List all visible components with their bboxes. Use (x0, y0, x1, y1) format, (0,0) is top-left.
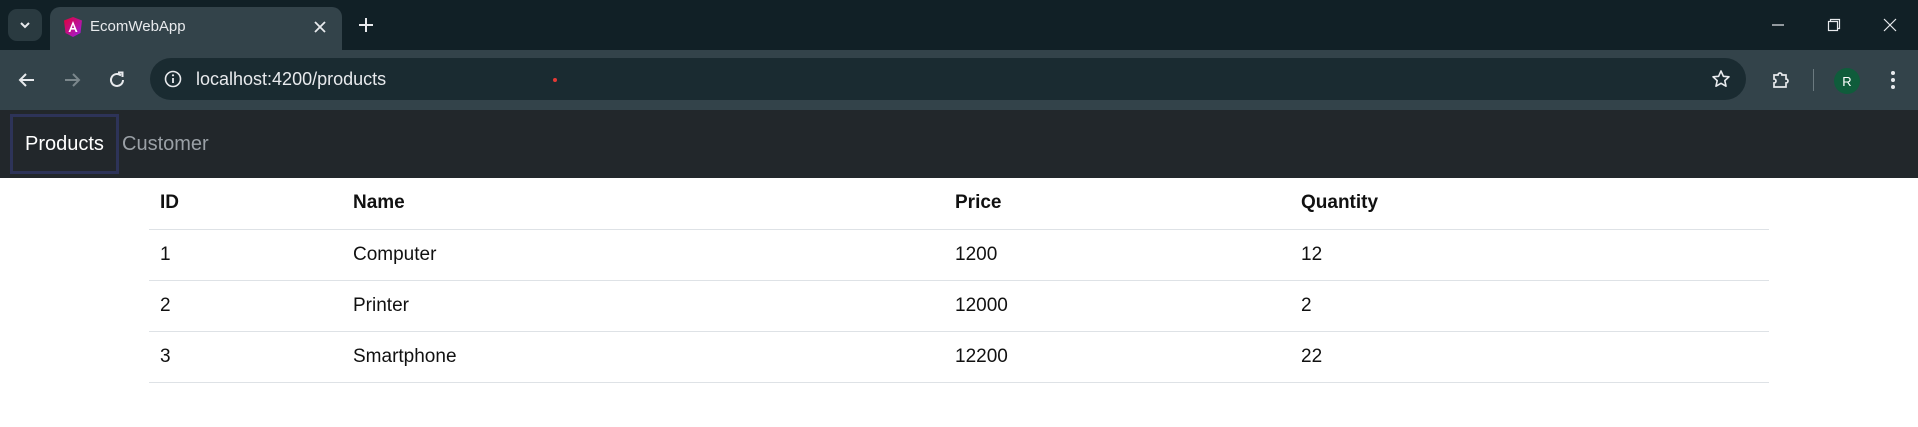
restore-icon (1827, 18, 1841, 32)
cell-name: Smartphone (342, 331, 944, 383)
tab-search-button[interactable] (8, 9, 42, 41)
back-button[interactable] (11, 64, 43, 96)
column-header-price: Price (944, 178, 1290, 230)
cell-quantity: 2 (1290, 280, 1769, 332)
cell-id: 3 (149, 331, 342, 383)
site-info-icon[interactable] (160, 66, 186, 92)
column-header-id: ID (149, 178, 342, 230)
puzzle-icon (1773, 72, 1789, 88)
cell-quantity: 22 (1290, 331, 1769, 383)
profile-avatar[interactable]: R (1834, 68, 1860, 94)
cell-id: 2 (149, 280, 342, 332)
more-vertical-icon (1891, 71, 1895, 89)
cell-price: 12000 (944, 280, 1290, 332)
tab-title: EcomWebApp (90, 18, 186, 35)
nav-products-link[interactable]: Products (10, 114, 119, 174)
chevron-down-icon (20, 22, 30, 29)
address-bar[interactable]: localhost:4200/products (150, 58, 1746, 100)
close-window-button[interactable] (1870, 10, 1910, 40)
toolbar-divider (1813, 69, 1814, 91)
cell-name: Printer (342, 280, 944, 332)
cell-id: 1 (149, 229, 342, 281)
app-navbar: Products Customer (0, 110, 1918, 178)
browser-tabstrip: EcomWebApp (0, 0, 1918, 50)
column-header-quantity: Quantity (1290, 178, 1769, 230)
menu-button[interactable] (1877, 64, 1909, 96)
url-text[interactable]: localhost:4200/products (196, 68, 386, 90)
minimize-button[interactable] (1758, 10, 1798, 40)
column-header-name: Name (342, 178, 944, 230)
new-tab-button[interactable] (352, 11, 380, 39)
cell-quantity: 12 (1290, 229, 1769, 281)
nav-customer-link[interactable]: Customer (122, 110, 209, 178)
minimize-icon (1772, 24, 1784, 26)
table-row: 2 Printer 12000 2 (149, 280, 1769, 332)
products-table-container: ID Name Price Quantity 1 Computer 1200 1… (149, 178, 1769, 383)
extensions-button[interactable] (1765, 64, 1797, 96)
arrow-right-icon (65, 73, 81, 87)
cell-price: 12200 (944, 331, 1290, 383)
bookmark-star-icon[interactable] (1708, 66, 1734, 92)
browser-tab[interactable]: EcomWebApp (50, 7, 342, 50)
cell-name: Computer (342, 229, 944, 281)
products-table: ID Name Price Quantity 1 Computer 1200 1… (149, 178, 1769, 383)
angular-icon (64, 17, 82, 37)
reload-button[interactable] (101, 64, 133, 96)
table-row: 3 Smartphone 12200 22 (149, 331, 1769, 383)
reload-icon (110, 71, 124, 87)
arrow-left-icon (18, 73, 34, 87)
close-tab-icon[interactable] (308, 15, 332, 39)
browser-toolbar: localhost:4200/products R (0, 50, 1918, 110)
table-row: 1 Computer 1200 12 (149, 229, 1769, 281)
plus-icon (359, 18, 373, 32)
close-icon (1883, 18, 1897, 32)
table-header-row: ID Name Price Quantity (149, 178, 1769, 230)
recording-dot (553, 78, 557, 82)
restore-button[interactable] (1814, 10, 1854, 40)
forward-button[interactable] (56, 64, 88, 96)
cell-price: 1200 (944, 229, 1290, 281)
